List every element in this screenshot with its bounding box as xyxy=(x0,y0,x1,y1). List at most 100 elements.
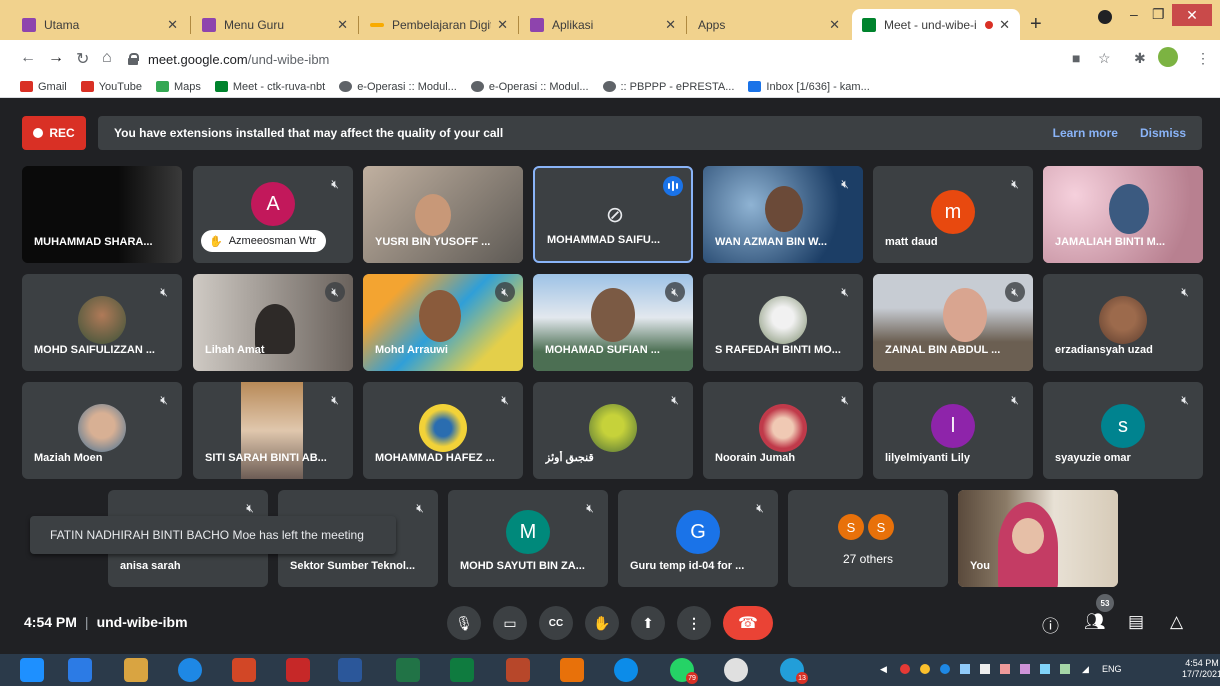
access-icon[interactable] xyxy=(506,658,530,682)
close-tab-icon[interactable]: ✕ xyxy=(999,17,1010,33)
tray-app-icon[interactable] xyxy=(940,664,950,674)
participant-tile[interactable]: ⊘ MOHAMMAD SAIFU... xyxy=(533,166,693,263)
tab-menu-guru[interactable]: Menu Guru ✕ xyxy=(192,9,358,40)
edge-icon[interactable] xyxy=(614,658,638,682)
others-tile[interactable]: S S 27 others xyxy=(788,490,948,587)
participant-tile[interactable]: MUHAMMAD SHARA... xyxy=(22,166,182,263)
back-icon[interactable]: ← xyxy=(20,49,36,67)
raise-hand-button[interactable]: ✋ xyxy=(585,606,619,640)
word-icon[interactable] xyxy=(338,658,362,682)
tab-meet[interactable]: Meet - und-wibe-i ✕ xyxy=(852,9,1020,40)
profile-avatar[interactable] xyxy=(1158,47,1178,67)
participant-tile[interactable]: YUSRI BIN YUSOFF ... xyxy=(363,166,523,263)
participant-tile[interactable]: 🔇︎ Maziah Moen xyxy=(22,382,182,479)
reload-icon[interactable]: ↻ xyxy=(76,49,89,69)
participant-tile[interactable]: 🔇︎ G Guru temp id-04 for ... xyxy=(618,490,778,587)
close-tab-icon[interactable]: ✕ xyxy=(497,17,508,33)
bookmark-eoperasi-1[interactable]: e-Operasi :: Modul... xyxy=(339,81,457,93)
minimize-button[interactable]: – xyxy=(1130,6,1138,22)
menu-icon[interactable]: ⋮ xyxy=(1196,50,1210,67)
learn-more-link[interactable]: Learn more xyxy=(1053,126,1118,140)
home-icon[interactable]: ⌂ xyxy=(102,49,112,67)
url-field[interactable]: meet.google.com/und-wibe-ibm xyxy=(128,46,1068,72)
captions-button[interactable]: CC xyxy=(539,606,573,640)
close-tab-icon[interactable]: ✕ xyxy=(665,17,676,33)
tab-apps[interactable]: Apps ✕ xyxy=(688,9,850,40)
participant-tile[interactable]: 🔇︎ MOHAMAD SUFIAN ... xyxy=(533,274,693,371)
participant-tile[interactable]: 🔇︎ S RAFEDAH BINTI MO... xyxy=(703,274,863,371)
self-view-tile[interactable]: You xyxy=(958,490,1118,587)
app-icon[interactable] xyxy=(560,658,584,682)
tab-pembelajaran-digital[interactable]: Pembelajaran Digital ✕ xyxy=(360,9,518,40)
excel-icon[interactable] xyxy=(396,658,420,682)
tab-utama[interactable]: Utama ✕ xyxy=(12,9,188,40)
participant-tile[interactable]: 🔇︎ s syayuzie omar xyxy=(1043,382,1203,479)
new-tab-button[interactable]: + xyxy=(1030,13,1042,36)
meeting-details-icon[interactable]: ⓘ xyxy=(1042,612,1059,637)
participant-tile[interactable]: 🔇︎ Noorain Jumah xyxy=(703,382,863,479)
chrome-icon[interactable] xyxy=(724,658,748,682)
chat-icon[interactable]: ▤ xyxy=(1128,612,1144,632)
activities-icon[interactable]: △ xyxy=(1170,612,1183,632)
windows-start-icon[interactable] xyxy=(20,658,44,682)
participant-tile[interactable]: 🔇︎ SITI SARAH BINTI AB... xyxy=(193,382,353,479)
leave-call-button[interactable]: ☎ xyxy=(723,606,773,640)
camera-button[interactable]: ▭ xyxy=(493,606,527,640)
participant-tile[interactable]: 🔇︎ قنجىق أوئز xyxy=(533,382,693,479)
internet-explorer-icon[interactable] xyxy=(178,658,202,682)
bookmark-pbppp[interactable]: :: PBPPP - ePRESTA... xyxy=(602,81,734,93)
dismiss-button[interactable]: Dismiss xyxy=(1140,126,1186,140)
wifi-icon[interactable]: ◢ xyxy=(1082,664,1089,675)
participant-tile[interactable]: 🔇︎ m matt daud xyxy=(873,166,1033,263)
tray-app-icon[interactable] xyxy=(900,664,910,674)
extensions-icon[interactable]: ✱ xyxy=(1134,50,1146,67)
participant-tile[interactable]: 🔇︎ WAN AZMAN BIN W... xyxy=(703,166,863,263)
power-icon[interactable] xyxy=(286,658,310,682)
profile-dot-icon[interactable] xyxy=(1098,10,1112,24)
tray-app-icon[interactable] xyxy=(1020,664,1030,674)
participant-tile[interactable]: 🔇︎ Mohd Arrauwi xyxy=(363,274,523,371)
window-close-button[interactable]: ✕ xyxy=(1172,4,1212,26)
tray-app-icon[interactable] xyxy=(920,664,930,674)
app-icon[interactable] xyxy=(68,658,92,682)
participant-tile[interactable]: 🔇︎ MOHAMMAD HAFEZ ... xyxy=(363,382,523,479)
bookmark-inbox[interactable]: Inbox [1/636] - kam... xyxy=(748,81,870,93)
tray-app-icon[interactable] xyxy=(980,664,990,674)
bookmark-gmail[interactable]: Gmail xyxy=(20,81,67,93)
volume-icon[interactable]: ◀ xyxy=(880,664,887,675)
participant-tile[interactable]: 🔇︎ ZAINAL BIN ABDUL ... xyxy=(873,274,1033,371)
participant-tile[interactable]: 🔇︎ l lilyelmiyanti Lily xyxy=(873,382,1033,479)
camera-indicator-icon[interactable]: ■ xyxy=(1072,50,1080,66)
participant-tile[interactable]: 🔇︎ A ✋ Azmeeosman Wtr xyxy=(193,166,353,263)
bookmark-meet[interactable]: Meet - ctk-ruva-nbt xyxy=(214,81,325,93)
more-options-button[interactable]: ⋮ xyxy=(677,606,711,640)
mic-button[interactable]: 🎙︎ xyxy=(447,606,481,640)
tray-app-icon[interactable] xyxy=(1000,664,1010,674)
tray-app-icon[interactable] xyxy=(960,664,970,674)
close-tab-icon[interactable]: ✕ xyxy=(829,17,840,33)
people-icon[interactable]: 👥︎ xyxy=(1084,612,1106,632)
store-icon[interactable] xyxy=(450,658,474,682)
participant-tile[interactable]: JAMALIAH BINTI M... xyxy=(1043,166,1203,263)
restore-button[interactable]: ❐ xyxy=(1152,6,1165,23)
present-button[interactable]: ⬆ xyxy=(631,606,665,640)
close-tab-icon[interactable]: ✕ xyxy=(167,17,178,33)
tab-aplikasi[interactable]: Aplikasi ✕ xyxy=(520,9,686,40)
powerpoint-icon[interactable] xyxy=(232,658,256,682)
bookmark-maps[interactable]: Maps xyxy=(155,81,201,93)
participant-tile[interactable]: 🔇︎ erzadiansyah uzad xyxy=(1043,274,1203,371)
close-tab-icon[interactable]: ✕ xyxy=(337,17,348,33)
bookmark-eoperasi-2[interactable]: e-Operasi :: Modul... xyxy=(470,81,589,93)
tray-app-icon[interactable] xyxy=(1040,664,1050,674)
network-icon[interactable] xyxy=(1060,664,1070,674)
forward-icon[interactable]: → xyxy=(48,49,64,67)
participant-tile[interactable]: 🔇︎ MOHD SAIFULIZZAN ... xyxy=(22,274,182,371)
input-language[interactable]: ENG xyxy=(1102,664,1122,674)
participant-tile[interactable]: 🔇︎ M MOHD SAYUTI BIN ZA... xyxy=(448,490,608,587)
globe-icon xyxy=(339,81,353,92)
system-clock[interactable]: 4:54 PM 17/7/2021 xyxy=(1182,658,1220,680)
file-explorer-icon[interactable] xyxy=(124,658,148,682)
bookmark-youtube[interactable]: YouTube xyxy=(80,81,142,93)
participant-tile[interactable]: 🔇︎ Lihah Amat xyxy=(193,274,353,371)
bookmark-star-icon[interactable]: ☆ xyxy=(1098,50,1111,67)
